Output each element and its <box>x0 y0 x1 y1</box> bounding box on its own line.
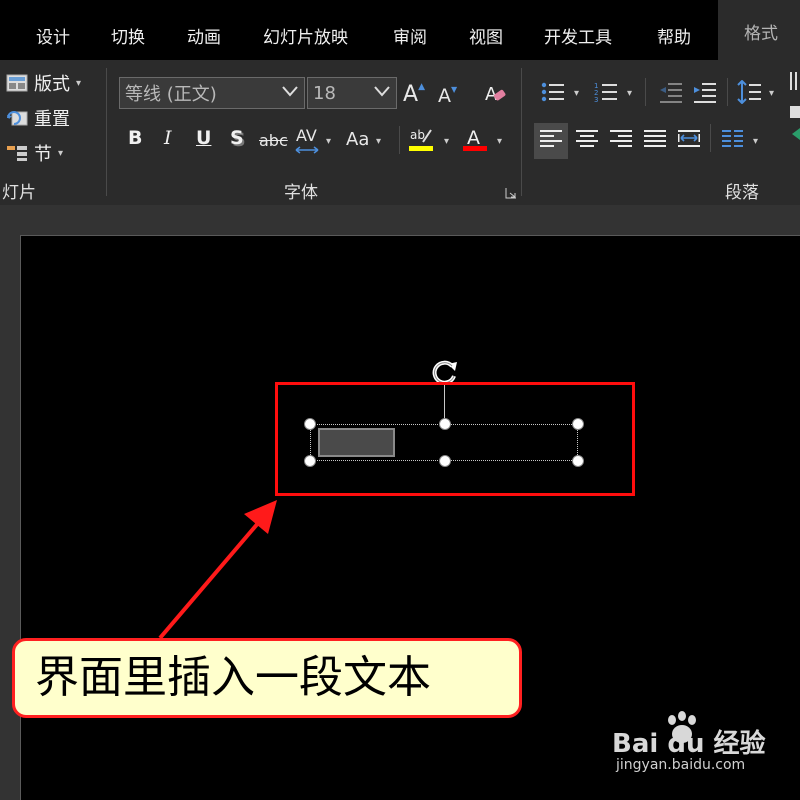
watermark-url: jingyan.baidu.com <box>616 757 746 773</box>
annotation-callout: 界面里插入一段文本 <box>12 638 522 718</box>
watermark-brand: Bai du 经验 <box>612 729 766 759</box>
